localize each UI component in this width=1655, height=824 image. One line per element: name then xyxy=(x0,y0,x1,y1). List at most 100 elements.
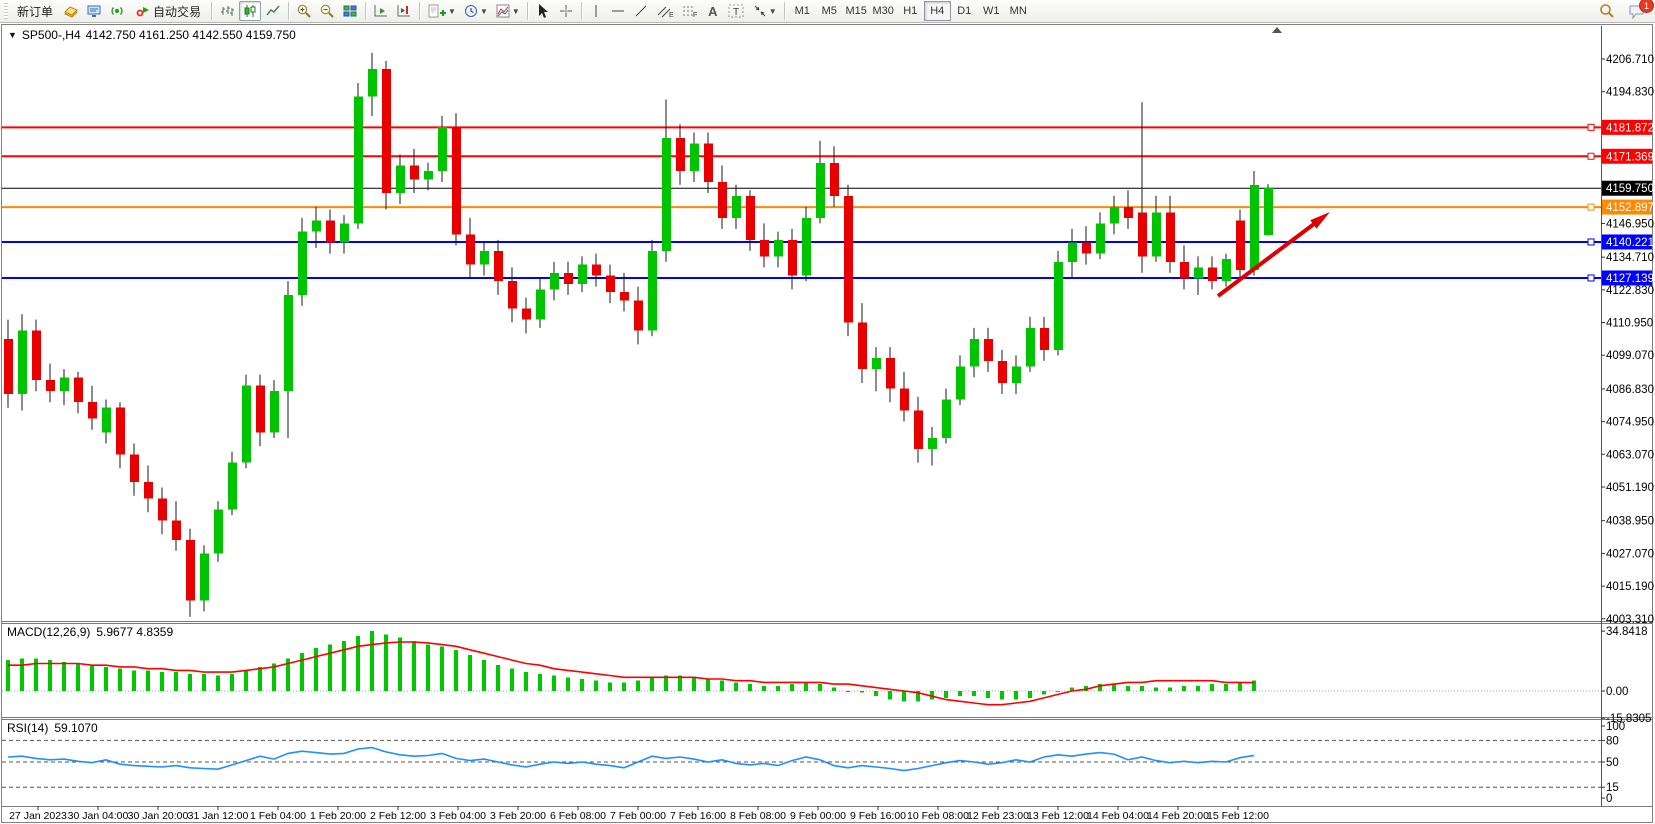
macd-histogram-bar xyxy=(76,664,80,691)
time-axis-label: 7 Feb 00:00 xyxy=(610,810,666,822)
level-line-handle[interactable] xyxy=(1588,204,1594,210)
toolbar-separator xyxy=(365,2,366,20)
zoom-out-icon[interactable] xyxy=(316,1,338,21)
macd-histogram-bar xyxy=(804,682,808,691)
search-icon[interactable] xyxy=(1595,1,1619,21)
chart-shift-icon[interactable] xyxy=(393,1,415,21)
indicators-add-icon[interactable]: ▼ xyxy=(424,1,459,21)
macd-histogram-bar xyxy=(944,691,948,698)
macd-histogram-bar xyxy=(860,691,864,693)
candle-body xyxy=(508,281,517,309)
macd-histogram-bar xyxy=(1000,691,1004,700)
rsi-name: RSI(14) xyxy=(7,721,48,735)
new-order-button[interactable]: 新订单 xyxy=(11,1,59,21)
arrows-dropdown-caret[interactable]: ▼ xyxy=(769,7,777,16)
macd-histogram-bar xyxy=(846,691,850,692)
fibonacci-tool-icon[interactable]: F xyxy=(678,1,702,21)
macd-histogram-bar xyxy=(524,672,528,691)
level-line-handle[interactable] xyxy=(1588,124,1594,130)
candle-body xyxy=(354,97,363,224)
macd-histogram-bar xyxy=(328,645,332,691)
level-line-handle[interactable] xyxy=(1588,239,1594,245)
macd-histogram-bar xyxy=(314,648,318,691)
candle-body xyxy=(900,388,909,410)
line-chart-icon[interactable] xyxy=(262,1,284,21)
signal-icon[interactable] xyxy=(106,1,128,21)
candle-body xyxy=(1208,267,1217,281)
bar-chart-icon[interactable] xyxy=(216,1,238,21)
time-axis-label: 9 Feb 16:00 xyxy=(850,810,906,822)
crosshair-icon[interactable] xyxy=(555,1,577,21)
time-axis-label: 7 Feb 16:00 xyxy=(670,810,726,822)
arrows-tool-icon[interactable]: ▼ xyxy=(749,1,780,21)
macd-histogram-bar xyxy=(1154,688,1158,691)
period-dropdown-caret[interactable]: ▼ xyxy=(480,7,488,16)
macd-histogram-bar xyxy=(692,677,696,691)
equidistant-channel-tool-icon[interactable]: E xyxy=(653,1,677,21)
tf-m15-button[interactable]: M15 xyxy=(843,1,870,21)
level-line-handle[interactable] xyxy=(1588,275,1594,281)
candle-body xyxy=(186,540,195,601)
macd-histogram-bar xyxy=(762,686,766,691)
candle-body xyxy=(270,391,279,432)
fibo-tool-letter: F xyxy=(693,12,697,19)
rsi-axis-tick-label: 100 xyxy=(1606,721,1625,733)
tf-d1-button[interactable]: D1 xyxy=(951,1,978,21)
tf-h4-button[interactable]: H4 xyxy=(924,1,951,21)
candle-body xyxy=(32,331,41,381)
candle-body xyxy=(312,221,321,232)
candle-body xyxy=(74,377,83,402)
time-axis-label: 6 Feb 08:00 xyxy=(550,810,606,822)
cursor-icon[interactable] xyxy=(532,1,554,21)
candlestick-chart-icon[interactable] xyxy=(239,1,261,21)
auto-trading-button[interactable]: 自动交易 xyxy=(129,1,207,21)
horizontal-line-tool-icon[interactable] xyxy=(607,1,629,21)
tf-h1-button[interactable]: H1 xyxy=(897,1,924,21)
macd-axis-tick-label: 34.8418 xyxy=(1606,626,1648,638)
template-icon[interactable]: ▼ xyxy=(492,1,523,21)
macd-histogram-bar xyxy=(776,686,780,691)
chart-shift-marker[interactable] xyxy=(1272,27,1282,33)
macd-histogram-bar xyxy=(636,681,640,691)
tile-windows-icon[interactable] xyxy=(339,1,361,21)
candle-body xyxy=(4,339,13,394)
trendline-tool-icon[interactable] xyxy=(630,1,652,21)
text-label-tool-icon[interactable]: T xyxy=(724,1,748,21)
tf-m30-button[interactable]: M30 xyxy=(870,1,897,21)
tf-w1-button[interactable]: W1 xyxy=(978,1,1005,21)
candle-body xyxy=(620,292,629,300)
candle-body xyxy=(494,251,503,281)
macd-histogram-bar xyxy=(258,667,262,691)
candle-body xyxy=(872,358,881,369)
template-dropdown-caret[interactable]: ▼ xyxy=(512,7,520,16)
candle-body xyxy=(648,251,657,331)
macd-histogram-bar xyxy=(538,674,542,691)
rsi-axis-tick-label: 0 xyxy=(1606,793,1612,805)
tf-m1-button[interactable]: M1 xyxy=(789,1,816,21)
zoom-in-icon[interactable] xyxy=(293,1,315,21)
candle-body xyxy=(158,499,167,521)
auto-scroll-icon[interactable] xyxy=(370,1,392,21)
macd-histogram-bar xyxy=(426,645,430,691)
candle-body xyxy=(1236,221,1245,271)
indicators-dropdown-caret[interactable]: ▼ xyxy=(448,7,456,16)
text-tool-icon[interactable]: A xyxy=(703,1,723,21)
order-book-icon[interactable] xyxy=(60,1,82,21)
candle-body xyxy=(424,171,433,179)
candle-body xyxy=(662,138,671,251)
macd-histogram-bar xyxy=(202,674,206,691)
symbol-dropdown-icon[interactable]: ▼ xyxy=(8,30,17,40)
macd-histogram-bar xyxy=(62,662,66,691)
tf-mn-button[interactable]: MN xyxy=(1005,1,1032,21)
macd-histogram-bar xyxy=(1042,691,1046,694)
level-line-handle[interactable] xyxy=(1588,153,1594,159)
macd-histogram-bar xyxy=(412,641,416,691)
candle-body xyxy=(578,265,587,284)
vertical-line-tool-icon[interactable] xyxy=(586,1,606,21)
terminal-icon[interactable] xyxy=(83,1,105,21)
macd-histogram-bar xyxy=(986,691,990,698)
notifications-chat-icon[interactable]: 1 xyxy=(1625,1,1649,21)
tf-m5-button[interactable]: M5 xyxy=(816,1,843,21)
price-axis-tick-label: 4099.070 xyxy=(1606,350,1654,362)
period-clock-icon[interactable]: ▼ xyxy=(460,1,491,21)
